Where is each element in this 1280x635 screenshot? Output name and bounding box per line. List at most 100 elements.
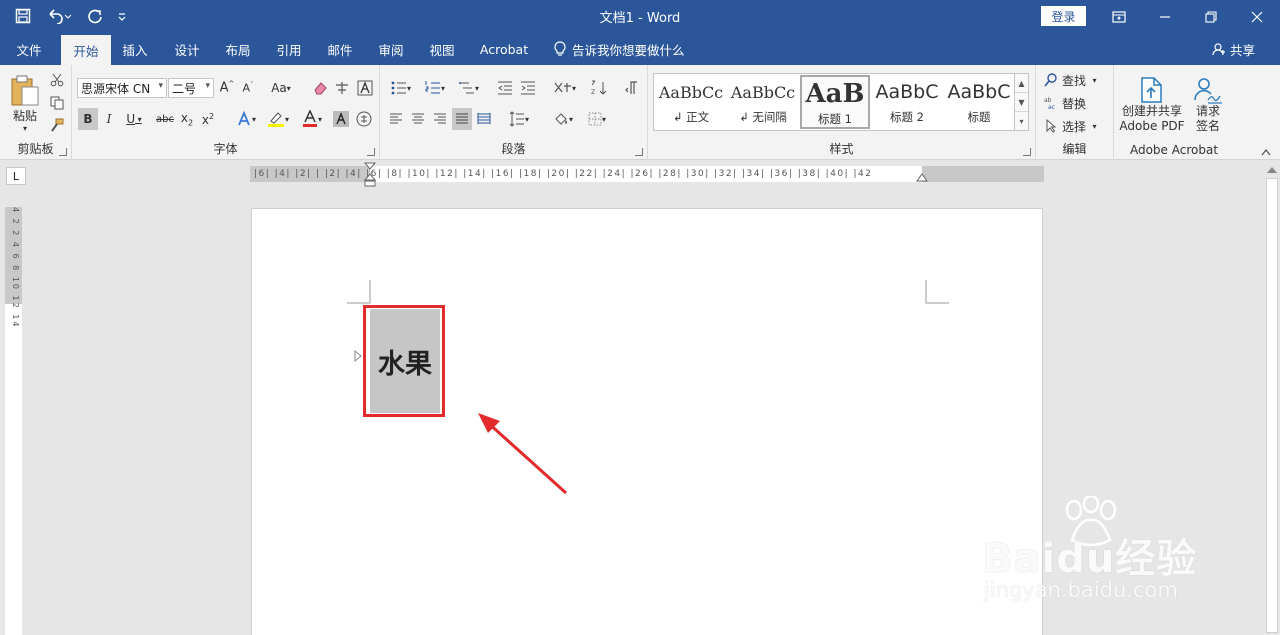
tab-design[interactable]: 设计	[164, 33, 210, 65]
chinese-layout-icon	[554, 82, 571, 93]
bold-icon: B	[83, 112, 93, 126]
chevron-up-icon: ▲	[1018, 78, 1025, 88]
gallery-more-button[interactable]: ▾	[1015, 112, 1028, 131]
clipboard-dialog-launcher[interactable]	[59, 148, 67, 156]
select-button[interactable]: 选择 ▾	[1044, 117, 1112, 135]
bold-button[interactable]: B	[78, 108, 98, 130]
font-name-combo[interactable]: 思源宋体 CN ▾	[77, 78, 167, 98]
shading-button[interactable]: ▾	[548, 108, 578, 130]
user-icon	[1212, 43, 1225, 56]
cursor-icon	[1046, 119, 1057, 133]
align-left-button[interactable]	[386, 108, 406, 130]
login-button[interactable]: 登录	[1041, 6, 1086, 26]
bullets-button[interactable]: ▾	[386, 77, 416, 99]
enclose-characters-button[interactable]	[354, 108, 374, 130]
decrease-indent-button[interactable]	[494, 77, 516, 99]
subscript-button[interactable]: x2	[178, 108, 196, 130]
style-title[interactable]: AaBbC 标题	[944, 75, 1014, 129]
grow-font-button[interactable]: A^	[218, 78, 236, 98]
style-heading-1[interactable]: AaB 标题 1	[800, 75, 870, 129]
ribbon-display-options-button[interactable]	[1096, 0, 1142, 33]
close-button[interactable]	[1234, 0, 1280, 33]
chinese-layout-button[interactable]: ▾	[550, 77, 580, 99]
tab-review[interactable]: 审阅	[368, 33, 414, 65]
text-effects-button[interactable]: ▾	[232, 108, 260, 130]
distributed-button[interactable]	[474, 108, 494, 130]
chevron-down-icon: ▾	[251, 114, 256, 124]
underline-button[interactable]: U ▾	[120, 108, 148, 130]
copy-button[interactable]	[48, 94, 66, 112]
lightbulb-icon	[554, 41, 566, 56]
align-center-button[interactable]	[408, 108, 428, 130]
borders-button[interactable]: ▾	[582, 108, 612, 130]
clear-formatting-button[interactable]	[310, 78, 330, 98]
restore-button[interactable]	[1188, 0, 1234, 33]
share-button[interactable]: 共享	[1212, 33, 1255, 65]
tab-mailings[interactable]: 邮件	[317, 33, 363, 65]
paint-bucket-icon	[555, 113, 567, 125]
change-case-button[interactable]: Aa ▾	[266, 78, 296, 98]
multilevel-list-icon	[458, 82, 474, 94]
numbering-button[interactable]: ▾	[420, 77, 450, 99]
strikethrough-button[interactable]: abc	[154, 108, 176, 130]
paste-button[interactable]: 粘贴 ▾	[6, 71, 44, 137]
phonetic-guide-button[interactable]	[332, 78, 352, 98]
annotation-arrow-icon	[478, 413, 568, 495]
collapse-heading-icon[interactable]	[354, 350, 362, 362]
paragraph-dialog-launcher[interactable]	[635, 148, 643, 156]
show-paragraph-marks-button[interactable]	[622, 77, 642, 99]
document-page[interactable]: 水果	[251, 208, 1043, 635]
font-color-button[interactable]: ▾	[298, 108, 326, 130]
style-preview: AaB	[805, 79, 865, 109]
styles-dialog-launcher[interactable]	[1023, 148, 1031, 156]
grow-font-icon: A^	[219, 80, 235, 96]
increase-indent-button[interactable]	[517, 77, 539, 99]
format-painter-button[interactable]	[48, 116, 66, 134]
tab-insert[interactable]: 插入	[112, 33, 158, 65]
style-heading-2[interactable]: AaBbC 标题 2	[872, 75, 942, 129]
tell-me-search[interactable]: 告诉我你想要做什么	[553, 33, 685, 65]
font-dialog-launcher[interactable]	[367, 148, 375, 156]
tab-layout[interactable]: 布局	[215, 33, 261, 65]
horizontal-ruler[interactable]: |6| |4| |2| | |2| |4| |6| |8| |10| |12| …	[250, 162, 1044, 187]
tab-file[interactable]: 文件	[4, 33, 54, 65]
style-no-spacing[interactable]: AaBbCc ↲ 无间隔	[728, 75, 798, 129]
highlight-color-button[interactable]: ▾	[263, 108, 293, 130]
line-spacing-button[interactable]: ▾	[504, 108, 534, 130]
collapse-ribbon-button[interactable]	[1258, 145, 1274, 159]
scroll-thumb[interactable]	[1266, 178, 1278, 633]
scroll-up-icon[interactable]	[1266, 166, 1278, 174]
chevron-down-icon: ▾	[158, 81, 163, 91]
decrease-indent-icon	[498, 81, 512, 95]
right-indent-marker-icon[interactable]	[916, 173, 928, 183]
vertical-ruler[interactable]: 4 2 2 4 6 8 10 12 14	[5, 207, 22, 635]
gallery-down-button[interactable]: ▼	[1015, 93, 1028, 112]
tab-view[interactable]: 视图	[419, 33, 465, 65]
minimize-button[interactable]	[1142, 0, 1188, 33]
request-signature-button[interactable]: 请求 签名	[1188, 73, 1228, 137]
create-pdf-button[interactable]: 创建并共享 Adobe PDF	[1116, 73, 1188, 137]
italic-button[interactable]: I	[100, 108, 118, 130]
search-icon	[1044, 73, 1057, 87]
sort-button[interactable]: Z	[588, 77, 610, 99]
character-border-button[interactable]	[356, 78, 374, 98]
cut-button[interactable]	[48, 71, 66, 89]
find-button[interactable]: 查找 ▾	[1044, 71, 1112, 89]
gallery-up-button[interactable]: ▲	[1015, 74, 1028, 93]
font-size-combo[interactable]: 二号 ▾	[168, 78, 214, 98]
ribbon: 粘贴 ▾ 剪贴板 思源宋体 CN ▾ 二号 ▾ A^ Aˇ Aa ▾ B I U…	[0, 65, 1280, 160]
style-normal[interactable]: AaBbCc ↲ 正文	[656, 75, 726, 129]
character-shading-button[interactable]	[332, 108, 350, 130]
indent-marker-icon[interactable]	[363, 162, 377, 188]
multilevel-list-button[interactable]: ▾	[454, 77, 484, 99]
tab-selector[interactable]: L	[6, 167, 26, 185]
tab-home[interactable]: 开始	[61, 35, 111, 65]
superscript-button[interactable]: x2	[199, 108, 217, 130]
vertical-scrollbar[interactable]	[1264, 160, 1280, 635]
replace-button[interactable]: ab ac 替换	[1044, 94, 1112, 112]
justify-button[interactable]	[452, 108, 472, 130]
tab-acrobat[interactable]: Acrobat	[472, 33, 536, 65]
tab-references[interactable]: 引用	[266, 33, 312, 65]
align-right-button[interactable]	[430, 108, 450, 130]
shrink-font-button[interactable]: Aˇ	[239, 78, 257, 98]
